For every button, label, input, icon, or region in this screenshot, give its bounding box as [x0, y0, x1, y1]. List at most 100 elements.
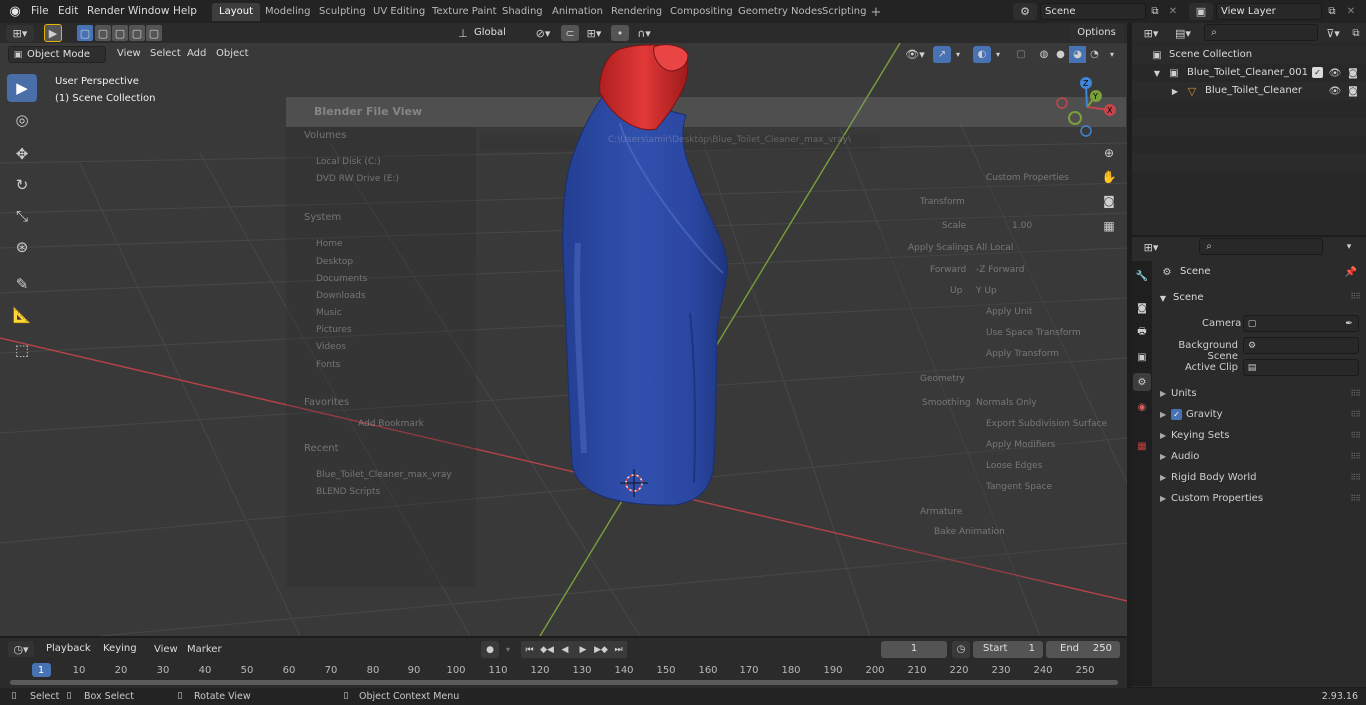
jump-start-icon[interactable]: ⏮ [521, 641, 538, 658]
tab-layout[interactable]: Layout [212, 3, 260, 21]
overlays-dropdown-icon[interactable]: ▾ [992, 46, 1004, 63]
display-mode-icon[interactable]: ▤▾ [1170, 25, 1196, 41]
tab-compositing[interactable]: Compositing [663, 3, 740, 21]
properties-search-input[interactable] [1199, 238, 1323, 255]
xray-icon[interactable]: ▢ [1013, 46, 1029, 63]
next-keyframe-icon[interactable]: ▶◆ [592, 641, 610, 658]
measure-tool-icon[interactable]: 📐 [7, 301, 37, 329]
checkbox-icon[interactable]: ✓ [1312, 67, 1323, 78]
outliner-search-input[interactable] [1204, 24, 1318, 41]
rotate-tool-icon[interactable]: ↻ [7, 171, 37, 199]
perspective-toggle-icon[interactable]: ▦ [1099, 216, 1119, 236]
tab-scripting[interactable]: Scripting [815, 3, 873, 21]
keying-menu[interactable]: Keying [98, 641, 146, 658]
playback-menu[interactable]: Playback [40, 641, 96, 658]
panel-rigid-body-world[interactable]: ▶ Rigid Body World ⠿⠿ [1156, 469, 1366, 487]
tab-sculpting[interactable]: Sculpting [312, 3, 373, 21]
scene-panel-header[interactable]: ▼ Scene ⠿⠿ [1156, 289, 1366, 307]
editor-type-icon[interactable]: ⊞▾ [6, 25, 34, 42]
drag-handle-icon[interactable]: ⠿⠿ [1350, 292, 1361, 301]
preview-range-icon[interactable]: ◷ [952, 641, 970, 658]
add-cube-tool-icon[interactable]: ⬚ [7, 336, 37, 364]
output-tab-icon[interactable]: 🖶 [1134, 323, 1150, 341]
new-view-layer-icon[interactable]: ⧉ [1324, 3, 1340, 20]
texture-tab-icon[interactable]: ▦ [1134, 437, 1150, 455]
drag-handle-icon[interactable]: ⠿⠿ [1350, 490, 1361, 508]
gizmo-toggle-icon[interactable]: ↗ [933, 46, 951, 63]
eyedropper-icon[interactable]: ✒ [1342, 316, 1356, 331]
viewport-menu-select[interactable]: Select [150, 46, 181, 62]
tab-uv-editing[interactable]: UV Editing [366, 3, 432, 21]
tab-modeling[interactable]: Modeling [258, 3, 318, 21]
selection-mode-extend-icon[interactable]: ▢ [95, 25, 111, 41]
play-icon[interactable]: ▶ [574, 641, 592, 658]
gizmo-dropdown-icon[interactable]: ▾ [952, 46, 964, 63]
drag-handle-icon[interactable]: ⠿⠿ [1350, 406, 1361, 424]
overlays-toggle-icon[interactable]: ◐ [973, 46, 991, 63]
material-shading-icon[interactable]: ◕ [1069, 46, 1086, 63]
zoom-icon[interactable]: ⊕ [1099, 143, 1119, 163]
record-icon[interactable]: ● [481, 641, 499, 658]
select-tool-icon[interactable]: ▶ [44, 24, 62, 42]
prev-keyframe-icon[interactable]: ◆◀ [538, 641, 556, 658]
selection-mode-invert-icon[interactable]: ▢ [129, 25, 145, 41]
scene-tab-icon[interactable]: ⚙ [1133, 373, 1151, 391]
expand-arrow-icon[interactable]: ▶ [1170, 83, 1180, 99]
tool-tab-icon[interactable]: 🔧 [1134, 267, 1150, 285]
drag-handle-icon[interactable]: ⠿⠿ [1350, 448, 1361, 466]
new-collection-icon[interactable]: ⧉ [1348, 25, 1364, 41]
shading-dropdown-icon[interactable]: ▾ [1106, 46, 1118, 63]
viewport-menu-add[interactable]: Add [187, 46, 206, 62]
scene-name-field[interactable]: Scene [1040, 3, 1146, 20]
new-scene-icon[interactable]: ⧉ [1147, 3, 1163, 20]
add-workspace-icon[interactable]: + [869, 4, 883, 20]
outliner-row-object[interactable]: ▶ ▽ Blue_Toilet_Cleaner 👁 ◙ [1132, 82, 1366, 100]
falloff-icon[interactable]: ∩▾ [632, 25, 656, 41]
viewport-menu-view[interactable]: View [117, 46, 141, 62]
solid-shading-icon[interactable]: ● [1052, 46, 1069, 63]
tab-animation[interactable]: Animation [545, 3, 610, 21]
eye-icon[interactable]: 👁 [1328, 83, 1342, 99]
outliner-row-collection[interactable]: ▼ ▣ Blue_Toilet_Cleaner_001 ✓ 👁 ◙ [1132, 64, 1366, 82]
select-box-tool-icon[interactable]: ▶ [7, 74, 37, 102]
end-frame-field[interactable]: End 250 [1046, 641, 1120, 658]
annotate-tool-icon[interactable]: ✎ [7, 270, 37, 298]
camera-view-icon[interactable]: ◙ [1099, 191, 1119, 211]
cursor-tool-icon[interactable]: ◎ [7, 106, 37, 134]
selection-mode-new-icon[interactable]: ▢ [77, 25, 93, 41]
menu-window[interactable]: Window [128, 3, 169, 20]
visibility-icon[interactable]: 👁▾ [902, 46, 928, 63]
orientation-icon[interactable]: ⊥ [455, 25, 471, 41]
expand-arrow-icon[interactable]: ▼ [1152, 65, 1162, 81]
scene-icon[interactable]: ⚙ [1013, 3, 1037, 20]
chevron-down-icon[interactable]: ▾ [1340, 239, 1358, 255]
panel-units[interactable]: ▶ Units ⠿⠿ [1156, 385, 1366, 403]
snap-target-icon[interactable]: ⊞▾ [582, 25, 606, 41]
render-tab-icon[interactable]: ◙ [1134, 299, 1150, 317]
tab-texture-paint[interactable]: Texture Paint [425, 3, 504, 21]
rendered-shading-icon[interactable]: ◔ [1086, 46, 1103, 63]
current-frame-field[interactable]: 1 [881, 641, 947, 658]
view-layer-field[interactable]: View Layer [1216, 3, 1322, 20]
menu-render[interactable]: Render [87, 3, 124, 20]
viewport-menu-object[interactable]: Object [216, 46, 249, 62]
tab-rendering[interactable]: Rendering [604, 3, 669, 21]
view-layer-tab-icon[interactable]: ▣ [1134, 348, 1150, 366]
active-clip-field[interactable] [1243, 359, 1359, 376]
camera-icon[interactable]: ◙ [1346, 65, 1360, 81]
timeline-menu-marker[interactable]: Marker [187, 642, 222, 658]
editor-type-icon[interactable]: ◷▾ [8, 641, 34, 657]
panel-custom-properties[interactable]: ▶ Custom Properties ⠿⠿ [1156, 490, 1366, 508]
selection-mode-intersect-icon[interactable]: ▢ [146, 25, 162, 41]
proportional-editing-icon[interactable]: • [611, 25, 629, 41]
panel-gravity[interactable]: ▶ ✓ Gravity ⠿⠿ [1156, 406, 1366, 424]
drag-handle-icon[interactable]: ⠿⠿ [1350, 385, 1361, 403]
camera-icon[interactable]: ◙ [1346, 83, 1360, 99]
3d-viewport[interactable]: X Y Z Blender File View C:\Users\amir\De… [0, 43, 1127, 636]
blender-logo-icon[interactable]: ◉ [6, 3, 24, 20]
start-frame-field[interactable]: Start 1 [973, 641, 1043, 658]
panel-keying-sets[interactable]: ▶ Keying Sets ⠿⠿ [1156, 427, 1366, 445]
selection-mode-subtract-icon[interactable]: ▢ [112, 25, 128, 41]
menu-help[interactable]: Help [173, 3, 197, 20]
drag-handle-icon[interactable]: ⠿⠿ [1350, 427, 1361, 445]
